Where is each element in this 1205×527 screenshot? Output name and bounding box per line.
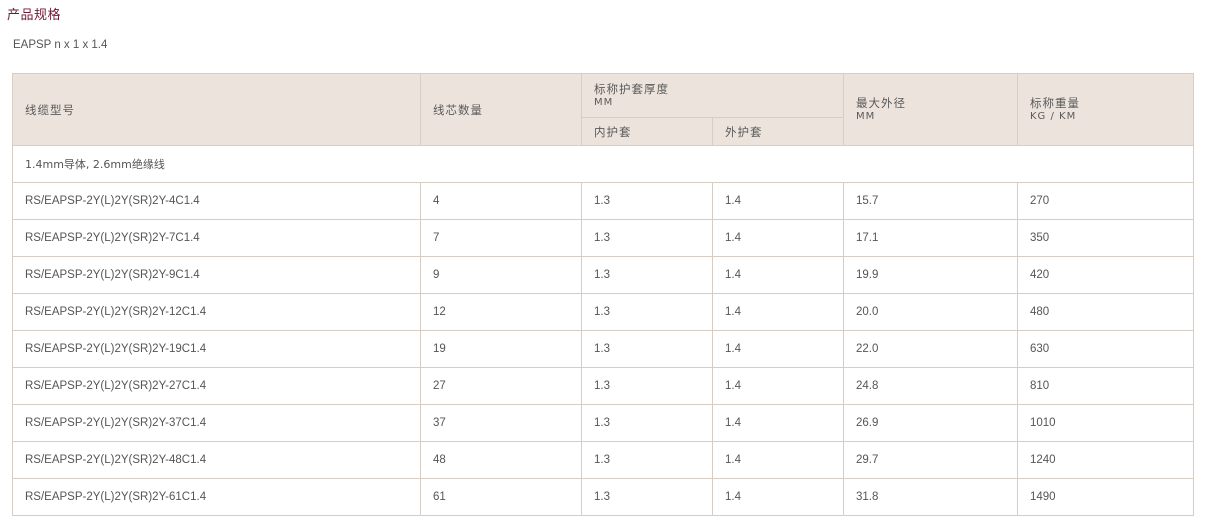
table-row: RS/EAPSP-2Y(L)2Y(SR)2Y-48C1.4 48 1.3 1.4 29.… — [12, 441, 1194, 479]
cell-inner-sheath: 1.3 — [581, 367, 713, 405]
spec-table: 线缆型号 线芯数量 标称护套厚度 MM 最大外径 MM 标称重量 KG / KM… — [12, 73, 1194, 516]
cell-inner-sheath: 1.3 — [581, 330, 713, 368]
header-max-od: 最大外径 MM — [843, 73, 1018, 146]
table-row: RS/EAPSP-2Y(L)2Y(SR)2Y-12C1.4 12 1.3 1.4 20.… — [12, 293, 1194, 331]
cell-inner-sheath: 1.3 — [581, 256, 713, 294]
table-row: RS/EAPSP-2Y(L)2Y(SR)2Y-37C1.4 37 1.3 1.4 26.… — [12, 404, 1194, 442]
cell-weight: 1010 — [1017, 404, 1194, 442]
cell-weight: 480 — [1017, 293, 1194, 331]
cell-core-count: 37 — [420, 404, 582, 442]
cell-max-od: 20.0 — [843, 293, 1018, 331]
cell-core-count: 19 — [420, 330, 582, 368]
cell-max-od: 24.8 — [843, 367, 1018, 405]
header-core-count: 线芯数量 — [420, 73, 582, 146]
table-row: RS/EAPSP-2Y(L)2Y(SR)2Y-4C1.4 4 1.3 1.4 15.7 2… — [12, 182, 1194, 220]
cell-weight: 1240 — [1017, 441, 1194, 479]
cell-max-od: 22.0 — [843, 330, 1018, 368]
cell-outer-sheath: 1.4 — [712, 256, 844, 294]
cell-outer-sheath: 1.4 — [712, 367, 844, 405]
cell-weight: 630 — [1017, 330, 1194, 368]
cell-cable-type: RS/EAPSP-2Y(L)2Y(SR)2Y-48C1.4 — [12, 441, 421, 479]
cell-cable-type: RS/EAPSP-2Y(L)2Y(SR)2Y-4C1.4 — [12, 182, 421, 220]
table-row: RS/EAPSP-2Y(L)2Y(SR)2Y-19C1.4 19 1.3 1.4 22.… — [12, 330, 1194, 368]
cell-core-count: 4 — [420, 182, 582, 220]
cell-outer-sheath: 1.4 — [712, 404, 844, 442]
cell-cable-type: RS/EAPSP-2Y(L)2Y(SR)2Y-7C1.4 — [12, 219, 421, 257]
cell-core-count: 61 — [420, 478, 582, 516]
header-outer-sheath: 外护套 — [712, 117, 844, 146]
header-cable-type: 线缆型号 — [12, 73, 421, 146]
cell-max-od: 17.1 — [843, 219, 1018, 257]
cell-max-od: 31.8 — [843, 478, 1018, 516]
section-title: 产品规格 — [7, 8, 62, 23]
cell-core-count: 9 — [420, 256, 582, 294]
header-max-od-label: 最大外径 — [856, 96, 906, 110]
cell-outer-sheath: 1.4 — [712, 478, 844, 516]
group-row: 1.4mm导体, 2.6mm绝缘线 — [12, 145, 1194, 183]
product-subtitle: EAPSP n x 1 x 1.4 — [13, 39, 108, 51]
group-label: 1.4mm导体, 2.6mm绝缘线 — [12, 145, 1194, 183]
cell-inner-sheath: 1.3 — [581, 219, 713, 257]
cell-core-count: 7 — [420, 219, 582, 257]
cell-inner-sheath: 1.3 — [581, 293, 713, 331]
cell-outer-sheath: 1.4 — [712, 219, 844, 257]
cell-weight: 420 — [1017, 256, 1194, 294]
header-sheath-thickness-label: 标称护套厚度 — [594, 82, 669, 96]
cell-outer-sheath: 1.4 — [712, 441, 844, 479]
header-inner-sheath: 内护套 — [581, 117, 713, 146]
cell-inner-sheath: 1.3 — [581, 478, 713, 516]
cell-weight: 350 — [1017, 219, 1194, 257]
cell-outer-sheath: 1.4 — [712, 293, 844, 331]
cell-weight: 810 — [1017, 367, 1194, 405]
header-weight-label: 标称重量 — [1030, 96, 1080, 110]
cell-inner-sheath: 1.3 — [581, 441, 713, 479]
header-weight: 标称重量 KG / KM — [1017, 73, 1194, 146]
cell-core-count: 48 — [420, 441, 582, 479]
spec-table-header: 线缆型号 线芯数量 标称护套厚度 MM 最大外径 MM 标称重量 KG / KM… — [12, 73, 1194, 146]
cell-outer-sheath: 1.4 — [712, 330, 844, 368]
cell-weight: 270 — [1017, 182, 1194, 220]
table-row: RS/EAPSP-2Y(L)2Y(SR)2Y-9C1.4 9 1.3 1.4 19.9 4… — [12, 256, 1194, 294]
spec-table-body: 1.4mm导体, 2.6mm绝缘线 RS/EAPSP-2Y(L)2Y(SR)2Y… — [12, 145, 1194, 516]
cell-outer-sheath: 1.4 — [712, 182, 844, 220]
cell-max-od: 26.9 — [843, 404, 1018, 442]
cell-max-od: 29.7 — [843, 441, 1018, 479]
cell-cable-type: RS/EAPSP-2Y(L)2Y(SR)2Y-27C1.4 — [12, 367, 421, 405]
table-row: RS/EAPSP-2Y(L)2Y(SR)2Y-7C1.4 7 1.3 1.4 17.1 3… — [12, 219, 1194, 257]
cell-inner-sheath: 1.3 — [581, 182, 713, 220]
cell-inner-sheath: 1.3 — [581, 404, 713, 442]
cell-cable-type: RS/EAPSP-2Y(L)2Y(SR)2Y-9C1.4 — [12, 256, 421, 294]
cell-cable-type: RS/EAPSP-2Y(L)2Y(SR)2Y-12C1.4 — [12, 293, 421, 331]
header-sheath-thickness-unit: MM — [594, 97, 614, 108]
cell-cable-type: RS/EAPSP-2Y(L)2Y(SR)2Y-61C1.4 — [12, 478, 421, 516]
cell-core-count: 27 — [420, 367, 582, 405]
header-weight-unit: KG / KM — [1030, 111, 1077, 122]
cell-max-od: 19.9 — [843, 256, 1018, 294]
cell-core-count: 12 — [420, 293, 582, 331]
cell-cable-type: RS/EAPSP-2Y(L)2Y(SR)2Y-19C1.4 — [12, 330, 421, 368]
cell-max-od: 15.7 — [843, 182, 1018, 220]
header-max-od-unit: MM — [856, 111, 876, 122]
table-row: RS/EAPSP-2Y(L)2Y(SR)2Y-27C1.4 27 1.3 1.4 24.… — [12, 367, 1194, 405]
header-sheath-thickness: 标称护套厚度 MM — [581, 73, 844, 118]
cell-weight: 1490 — [1017, 478, 1194, 516]
table-row: RS/EAPSP-2Y(L)2Y(SR)2Y-61C1.4 61 1.3 1.4 31.… — [12, 478, 1194, 516]
cell-cable-type: RS/EAPSP-2Y(L)2Y(SR)2Y-37C1.4 — [12, 404, 421, 442]
